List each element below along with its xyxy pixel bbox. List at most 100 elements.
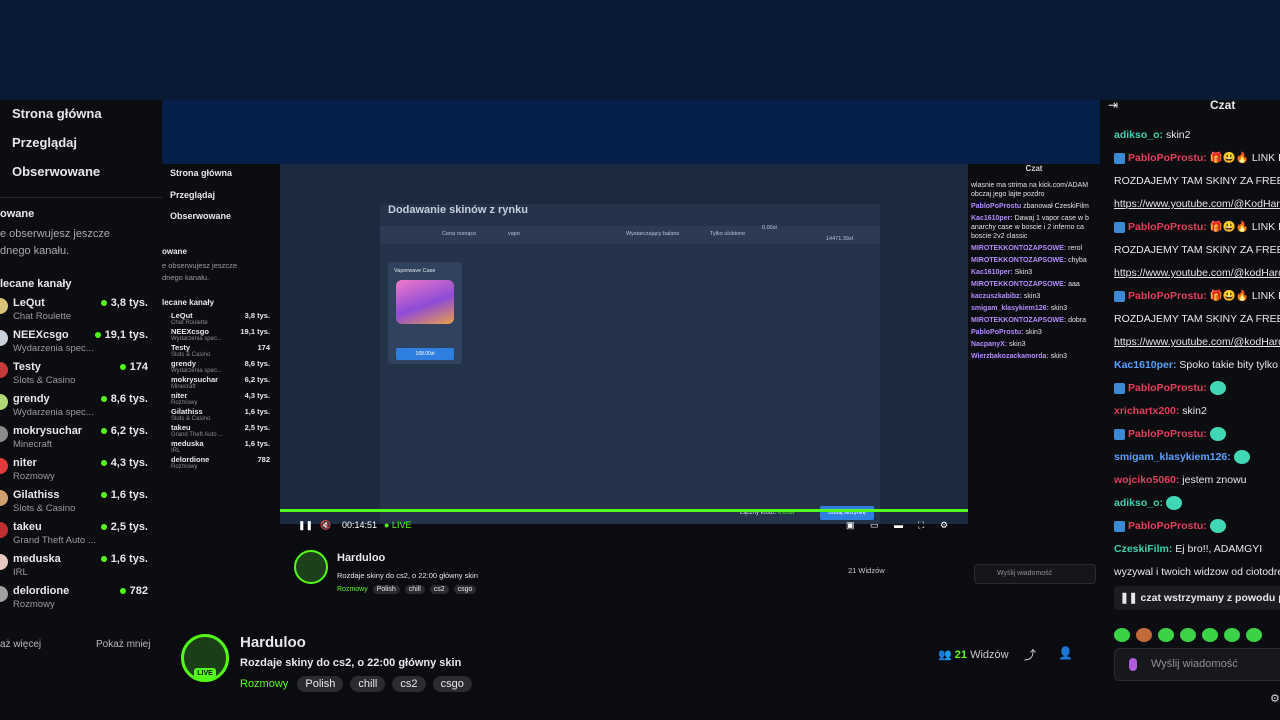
inner-viewer-count: 8,6 tys. bbox=[244, 358, 270, 368]
chat-username[interactable]: xrichartx200: bbox=[1114, 405, 1179, 417]
channel-category: Rozmowy bbox=[13, 599, 55, 610]
chat-link[interactable]: https://www.youtube.com/@kodHard bbox=[1114, 267, 1280, 279]
tag-cs2[interactable]: cs2 bbox=[392, 676, 426, 692]
search-field: vapo bbox=[508, 231, 520, 237]
video-player[interactable]: Strona główna Przeglądaj Obserwowane owa… bbox=[162, 100, 1100, 620]
chat-text: Ej bro!!, ADAMGYI bbox=[1175, 543, 1263, 555]
follow-icon[interactable]: 👤 bbox=[1058, 646, 1073, 660]
live-dot bbox=[100, 460, 107, 467]
chat-username[interactable]: Kac1610per: bbox=[1114, 359, 1176, 371]
inner-viewer-count: 2,5 tys. bbox=[244, 422, 270, 432]
chat-username[interactable]: CzeskiFilm: bbox=[1114, 543, 1172, 555]
inner-channel-category: Slots & Casino bbox=[171, 415, 211, 422]
emote-icon[interactable] bbox=[1114, 627, 1130, 642]
recommended-channel[interactable]: meduska IRL 1,6 tys. bbox=[0, 552, 162, 584]
chat-username[interactable]: adikso_o: bbox=[1114, 497, 1163, 509]
chat-text: ROZDAJEMY TAM SKINY ZA FREE bbox=[1114, 313, 1280, 325]
inner-chat-username: Kac1610per: bbox=[971, 269, 1013, 276]
fullscreen-icon[interactable]: ⛶ bbox=[918, 520, 924, 531]
channel-category: Rozmowy bbox=[13, 471, 55, 482]
emote-icon bbox=[1233, 450, 1250, 465]
inner-recommended-channel: delordione Rozmowy 782 bbox=[162, 455, 280, 471]
chat-input[interactable]: Wyślij wiadomość bbox=[1114, 648, 1280, 681]
viewer-count: 3,8 tys. bbox=[100, 297, 148, 309]
followed-heading: owane bbox=[0, 208, 35, 220]
recommended-channel[interactable]: NEEXcsgo Wydarzenia spec... 19,1 tys. bbox=[0, 328, 162, 360]
inner-tag: chill bbox=[404, 585, 425, 594]
pause-icon[interactable]: ❚❚ bbox=[298, 520, 313, 531]
inner-chat-username: MIROTEKKONTOZAPSOWE: bbox=[971, 317, 1067, 324]
theater-icon[interactable]: ▭ bbox=[870, 520, 879, 531]
tag-polish[interactable]: Polish bbox=[297, 676, 344, 692]
inner-chat-text: skin3 bbox=[1025, 329, 1042, 336]
chat-paused-banner[interactable]: ❚❚ czat wstrzymany z powodu pr bbox=[1114, 586, 1280, 610]
mute-icon[interactable]: 🔇 bbox=[320, 520, 331, 531]
viewer-number: 4,3 tys. bbox=[110, 457, 148, 469]
tag-chill[interactable]: chill bbox=[350, 676, 386, 692]
emote-icon[interactable] bbox=[1202, 627, 1218, 642]
nav-home[interactable]: Strona główna bbox=[0, 102, 162, 131]
layout-icon[interactable]: ▬ bbox=[894, 520, 903, 530]
channel-category: IRL bbox=[13, 567, 28, 578]
inner-recommended-channel: niter Rozmowy 4,3 tys. bbox=[162, 391, 280, 407]
chat-settings-icon[interactable]: ⚙ bbox=[1270, 692, 1280, 705]
nav-browse[interactable]: Przeglądaj bbox=[0, 131, 162, 160]
chat-username[interactable]: PabloPoProstu: bbox=[1128, 290, 1207, 302]
viewer-number: 8,6 tys. bbox=[110, 393, 148, 405]
inner-channel-category: Rozmowy bbox=[171, 399, 198, 406]
recommended-channel[interactable]: LeQut Chat Roulette 3,8 tys. bbox=[0, 296, 162, 328]
gear-icon[interactable]: ⚙ bbox=[940, 520, 948, 531]
chat-username[interactable]: adikso_o: bbox=[1114, 129, 1163, 141]
users-icon: 👥 bbox=[938, 649, 952, 661]
inner-followed-line1: e obserwujesz jeszcze bbox=[162, 260, 238, 270]
tag-csgo[interactable]: csgo bbox=[432, 676, 472, 692]
chat-username[interactable]: PabloPoProstu: bbox=[1128, 520, 1207, 532]
emote-icon[interactable] bbox=[1136, 627, 1152, 642]
chat-username[interactable]: PabloPoProstu: bbox=[1128, 382, 1207, 394]
mic-icon[interactable] bbox=[1129, 658, 1137, 671]
emote-icon[interactable] bbox=[1246, 627, 1262, 642]
emote-icon[interactable] bbox=[1158, 627, 1174, 642]
pip-icon[interactable]: ▣ bbox=[846, 520, 855, 531]
stream-backdrop bbox=[0, 0, 1280, 100]
category-link[interactable]: Rozmowy bbox=[240, 678, 288, 690]
share-icon[interactable]: ⤴ bbox=[1024, 646, 1036, 663]
emote-icon[interactable] bbox=[1224, 627, 1240, 642]
chat-link[interactable]: https://www.youtube.com/@KodHard bbox=[1114, 198, 1280, 210]
followed-empty-note: e obserwujesz jeszcze dnego kanału. bbox=[0, 226, 162, 260]
emote-icon[interactable] bbox=[1180, 627, 1196, 642]
moderator-badge-icon bbox=[1114, 520, 1125, 532]
collapse-icon[interactable]: ⇥ bbox=[1108, 100, 1118, 112]
recommended-channel[interactable]: Testy Slots & Casino 174 bbox=[0, 360, 162, 392]
recommended-channel[interactable]: mokrysuchar Minecraft 6,2 tys. bbox=[0, 424, 162, 456]
chat-text: 🎁😃🔥 LINK DO bbox=[1209, 221, 1280, 233]
inner-channel-info: Harduloo Rozdaje skiny do cs2, o 22:00 g… bbox=[280, 544, 968, 620]
chat-username[interactable]: PabloPoProstu: bbox=[1128, 221, 1207, 233]
inner-recommended-channel: NEEXcsgo Wydarzenia spec... 19,1 tys. bbox=[162, 327, 280, 343]
seek-bar[interactable] bbox=[280, 509, 968, 512]
inner-recommended-channel: Testy Slots & Casino 174 bbox=[162, 343, 280, 359]
inner-chat-message: Kac1610per: Dawaj 1 vapor case w b anarc… bbox=[968, 214, 1100, 241]
chat-username[interactable]: smigam_klasykiem126: bbox=[1114, 451, 1231, 463]
channel-category: Slots & Casino bbox=[13, 503, 76, 514]
recommended-channel[interactable]: takeu Grand Theft Auto ... 2,5 tys. bbox=[0, 520, 162, 552]
streamer-name[interactable]: Harduloo bbox=[240, 634, 306, 651]
show-more-link[interactable]: aż więcej bbox=[0, 639, 41, 650]
chat-message: PabloPoProstu: 🎁😃🔥 LINK DO bbox=[1114, 289, 1280, 304]
live-dot bbox=[119, 364, 126, 371]
show-less-link[interactable]: Pokaż mniej bbox=[96, 639, 150, 650]
nav-following[interactable]: Obserwowane bbox=[0, 160, 162, 189]
inner-channel-category: Wydarzenia spec... bbox=[171, 367, 222, 374]
stream-title: Rozdaje skiny do cs2, o 22:00 główny ski… bbox=[240, 657, 462, 669]
chat-link[interactable]: https://www.youtube.com/@kodHard bbox=[1114, 336, 1280, 348]
recommended-channel[interactable]: delordione Rozmowy 782 bbox=[0, 584, 162, 616]
chat-username[interactable]: PabloPoProstu: bbox=[1128, 152, 1207, 164]
chat-username[interactable]: PabloPoProstu: bbox=[1128, 428, 1207, 440]
chat-username[interactable]: wojciko5060: bbox=[1114, 474, 1179, 486]
recommended-channel[interactable]: Gilathiss Slots & Casino 1,6 tys. bbox=[0, 488, 162, 520]
inner-tags: Rozmowy Polish chill cs2 csgo bbox=[337, 585, 479, 594]
avatar bbox=[0, 426, 8, 442]
recommended-channel[interactable]: grendy Wydarzenia spec... 8,6 tys. bbox=[0, 392, 162, 424]
moderator-badge-icon bbox=[1114, 221, 1125, 233]
recommended-channel[interactable]: niter Rozmowy 4,3 tys. bbox=[0, 456, 162, 488]
